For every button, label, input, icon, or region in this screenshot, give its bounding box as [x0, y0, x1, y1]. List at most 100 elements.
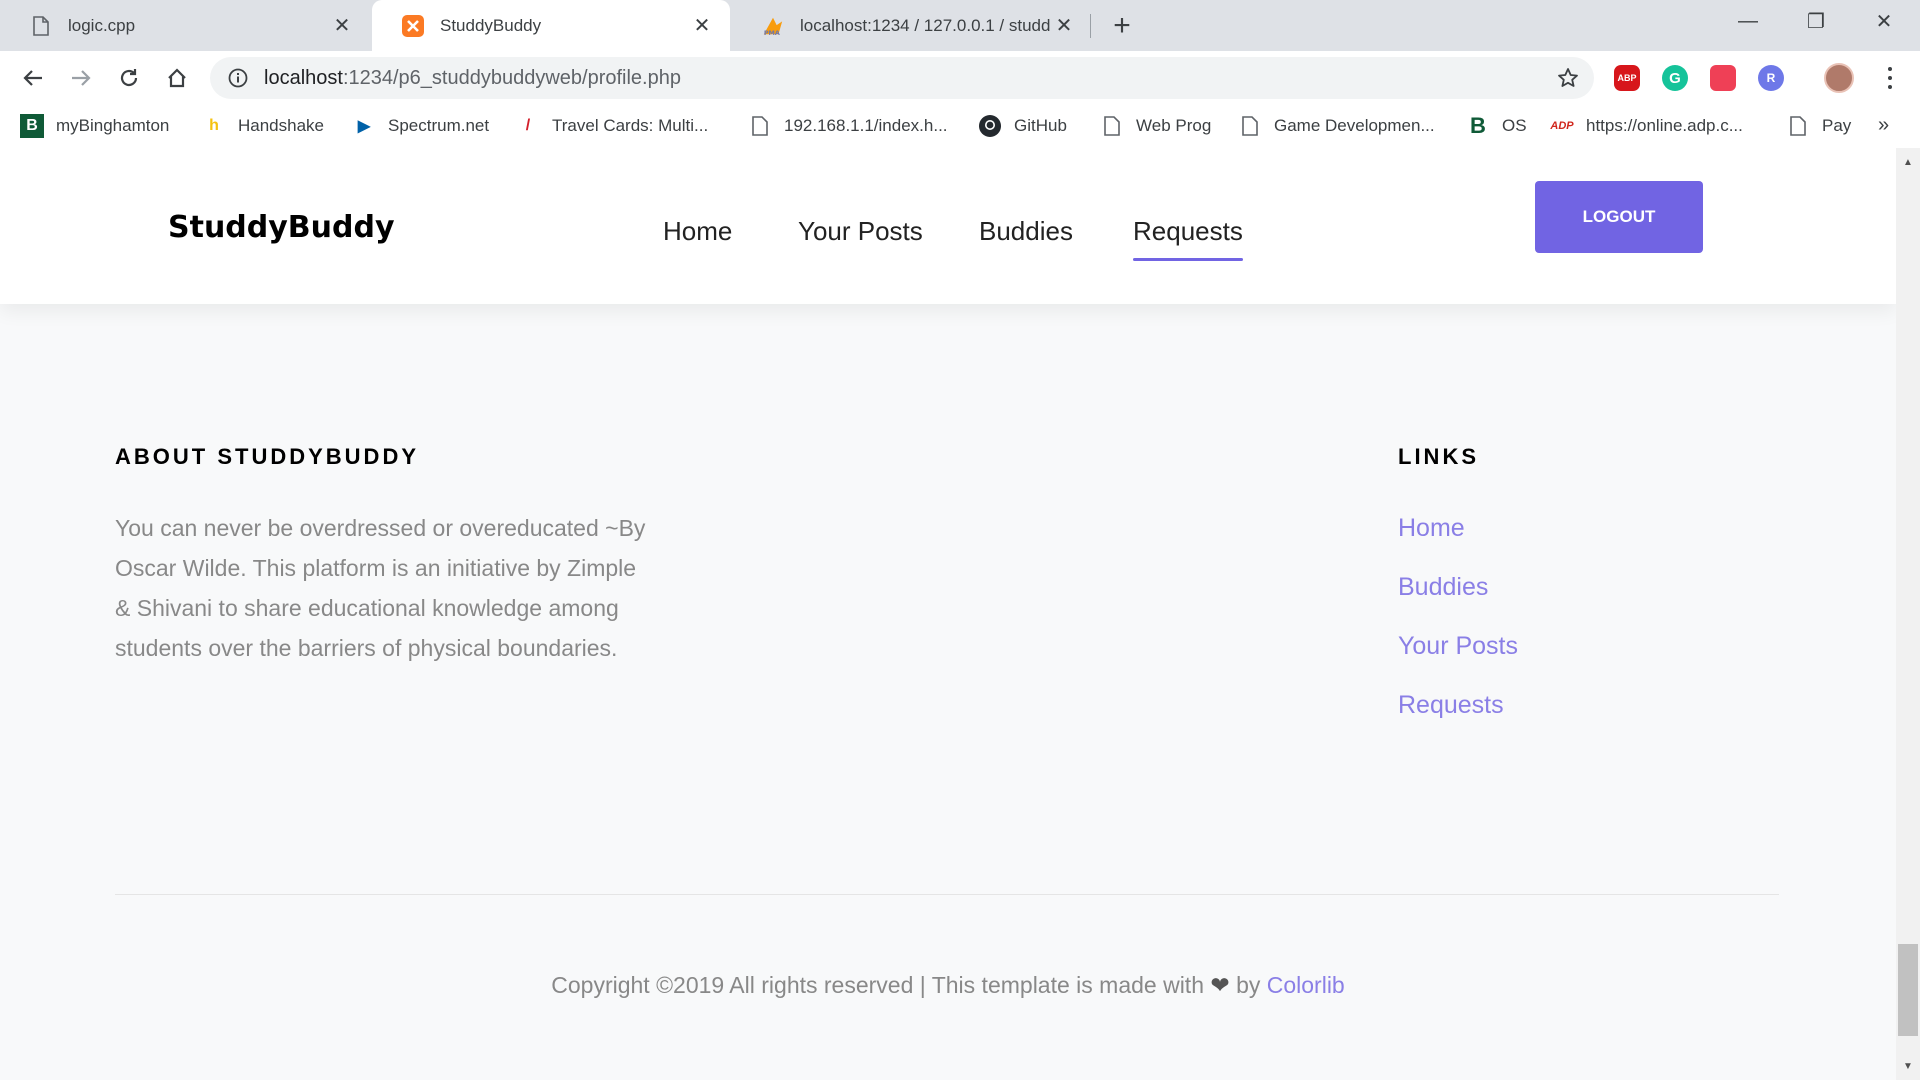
- home-icon: [168, 68, 186, 88]
- browser-toolbar: localhost:1234/p6_studdybuddyweb/profile…: [0, 51, 1920, 104]
- close-tab-icon[interactable]: ✕: [690, 14, 714, 38]
- reload-icon: [120, 69, 138, 87]
- file-icon: [1786, 114, 1810, 138]
- tab-title: localhost:1234 / 127.0.0.1 / studd: [800, 15, 1051, 35]
- new-tab-button[interactable]: +: [1106, 9, 1138, 42]
- copyright-by: by: [1236, 972, 1261, 998]
- bookmark-adp[interactable]: ADP https://online.adp.c...: [1550, 112, 1743, 140]
- copyright-text: Copyright ©2019 All rights reserved | Th…: [551, 972, 1204, 998]
- colorlib-link[interactable]: Colorlib: [1267, 972, 1345, 998]
- links-heading: LINKS: [1398, 444, 1479, 469]
- tab-phpmyadmin[interactable]: PMA localhost:1234 / 127.0.0.1 / studd ✕: [732, 0, 1092, 51]
- bookmark-label: https://online.adp.c...: [1586, 116, 1743, 135]
- url-path: :1234/p6_studdybuddyweb/profile.php: [342, 66, 681, 89]
- binghamton-b-icon: B: [1470, 113, 1486, 138]
- close-window-button[interactable]: ✕: [1850, 0, 1918, 42]
- site-header: StuddyBuddy Home Your Posts Buddies Requ…: [0, 148, 1896, 304]
- bookmark-label: 192.168.1.1/index.h...: [784, 116, 948, 135]
- bookmark-os[interactable]: B OS: [1466, 112, 1527, 140]
- page-scrollbar[interactable]: ▲ ▼: [1896, 148, 1920, 1080]
- logout-button[interactable]: LOGOUT: [1535, 181, 1703, 253]
- bookmark-label: Pay: [1822, 116, 1852, 135]
- info-icon[interactable]: [226, 66, 250, 90]
- copyright: Copyright ©2019 All rights reserved | Th…: [0, 972, 1896, 999]
- bookmark-web-prog[interactable]: Web Prog: [1100, 112, 1211, 140]
- bookmark-router[interactable]: 192.168.1.1/index.h...: [748, 112, 948, 140]
- bookmark-spectrum[interactable]: ▶ Spectrum.net: [352, 112, 489, 140]
- adblock-icon[interactable]: ABP: [1614, 65, 1640, 91]
- bookmark-pay[interactable]: Pay: [1786, 112, 1851, 140]
- file-icon: [1100, 114, 1124, 138]
- bookmark-handshake[interactable]: h Handshake: [202, 112, 324, 140]
- file-icon: [30, 15, 52, 37]
- phpmyadmin-icon: PMA: [762, 15, 784, 37]
- about-heading: ABOUT STUDDYBUDDY: [115, 444, 419, 469]
- heart-icon: ❤: [1210, 972, 1230, 998]
- svg-text:PMA: PMA: [764, 29, 780, 37]
- footer-link-your-posts[interactable]: Your Posts: [1398, 626, 1518, 685]
- footer-link-buddies[interactable]: Buddies: [1398, 567, 1518, 626]
- scroll-up-icon[interactable]: ▲: [1896, 152, 1920, 172]
- browser-menu-icon[interactable]: [1880, 65, 1900, 91]
- back-button[interactable]: [16, 61, 50, 95]
- bookmark-label: GitHub: [1014, 116, 1067, 135]
- pocket-icon[interactable]: [1710, 65, 1736, 91]
- scrollbar-thumb[interactable]: [1898, 944, 1918, 1036]
- bookmarks-overflow-button[interactable]: »: [1878, 114, 1889, 137]
- file-icon: [748, 114, 772, 138]
- handshake-icon: h: [209, 117, 219, 134]
- forward-button[interactable]: [64, 61, 98, 95]
- scroll-down-icon[interactable]: ▼: [1896, 1056, 1920, 1076]
- bookmark-mybinghamton[interactable]: B myBinghamton: [20, 112, 169, 140]
- bookmark-game-dev[interactable]: Game Developmen...: [1238, 112, 1435, 140]
- minimize-button[interactable]: —: [1714, 0, 1782, 42]
- bookmark-label: OS: [1502, 116, 1527, 135]
- nav-requests[interactable]: Requests: [1133, 216, 1243, 261]
- bookmark-star-icon[interactable]: [1556, 66, 1580, 90]
- bookmark-label: Travel Cards: Multi...: [552, 116, 709, 135]
- close-tab-icon[interactable]: ✕: [1052, 14, 1076, 38]
- bookmark-label: Web Prog: [1136, 116, 1212, 135]
- adp-icon: ADP: [1550, 120, 1574, 132]
- reload-button[interactable]: [112, 61, 146, 95]
- restore-button[interactable]: ❐: [1782, 0, 1850, 42]
- nav-buddies[interactable]: Buddies: [979, 216, 1073, 247]
- page-content: StuddyBuddy Home Your Posts Buddies Requ…: [0, 148, 1896, 1080]
- close-tab-icon[interactable]: ✕: [330, 14, 354, 38]
- footer-links: Home Buddies Your Posts Requests: [1398, 508, 1518, 744]
- spectrum-play-icon: ▶: [357, 118, 371, 135]
- binghamton-b-icon: B: [20, 114, 44, 138]
- file-icon: [1238, 114, 1262, 138]
- travel-cards-icon: /: [525, 117, 531, 134]
- home-button[interactable]: [160, 61, 194, 95]
- grammarly-icon[interactable]: G: [1662, 65, 1688, 91]
- footer-divider: [115, 894, 1779, 895]
- extension-r-icon[interactable]: R: [1758, 65, 1784, 91]
- bookmark-travel-cards[interactable]: / Travel Cards: Multi...: [516, 112, 708, 140]
- about-text: You can never be overdressed or overeduc…: [115, 515, 646, 661]
- url-text[interactable]: localhost:1234/p6_studdybuddyweb/profile…: [264, 67, 681, 90]
- tab-studdybuddy[interactable]: StuddyBuddy ✕: [372, 0, 730, 51]
- back-arrow-icon: [23, 70, 42, 86]
- bookmarks-bar: B myBinghamton h Handshake ▶ Spectrum.ne…: [0, 104, 1920, 148]
- site-logo[interactable]: StuddyBuddy: [168, 210, 395, 245]
- github-icon: [978, 114, 1002, 138]
- address-bar[interactable]: localhost:1234/p6_studdybuddyweb/profile…: [210, 57, 1594, 99]
- bookmark-github[interactable]: GitHub: [978, 112, 1067, 140]
- tab-separator: [1090, 14, 1091, 38]
- tab-strip: logic.cpp ✕ StuddyBuddy ✕ PMA localhost:…: [0, 0, 1920, 51]
- bookmark-label: myBinghamton: [56, 116, 170, 135]
- bookmark-label: Game Developmen...: [1274, 116, 1435, 135]
- footer-link-home[interactable]: Home: [1398, 508, 1518, 567]
- footer-link-requests[interactable]: Requests: [1398, 685, 1518, 744]
- url-host: localhost: [264, 66, 343, 89]
- tab-title: logic.cpp: [68, 15, 136, 35]
- avatar[interactable]: [1824, 63, 1854, 93]
- nav-your-posts[interactable]: Your Posts: [798, 216, 923, 247]
- tab-title: StuddyBuddy: [440, 15, 542, 35]
- nav-home[interactable]: Home: [663, 216, 732, 247]
- bookmark-label: Spectrum.net: [388, 116, 490, 135]
- tab-logic-cpp[interactable]: logic.cpp ✕: [0, 0, 370, 51]
- xampp-icon: [402, 14, 424, 37]
- forward-arrow-icon: [72, 70, 91, 86]
